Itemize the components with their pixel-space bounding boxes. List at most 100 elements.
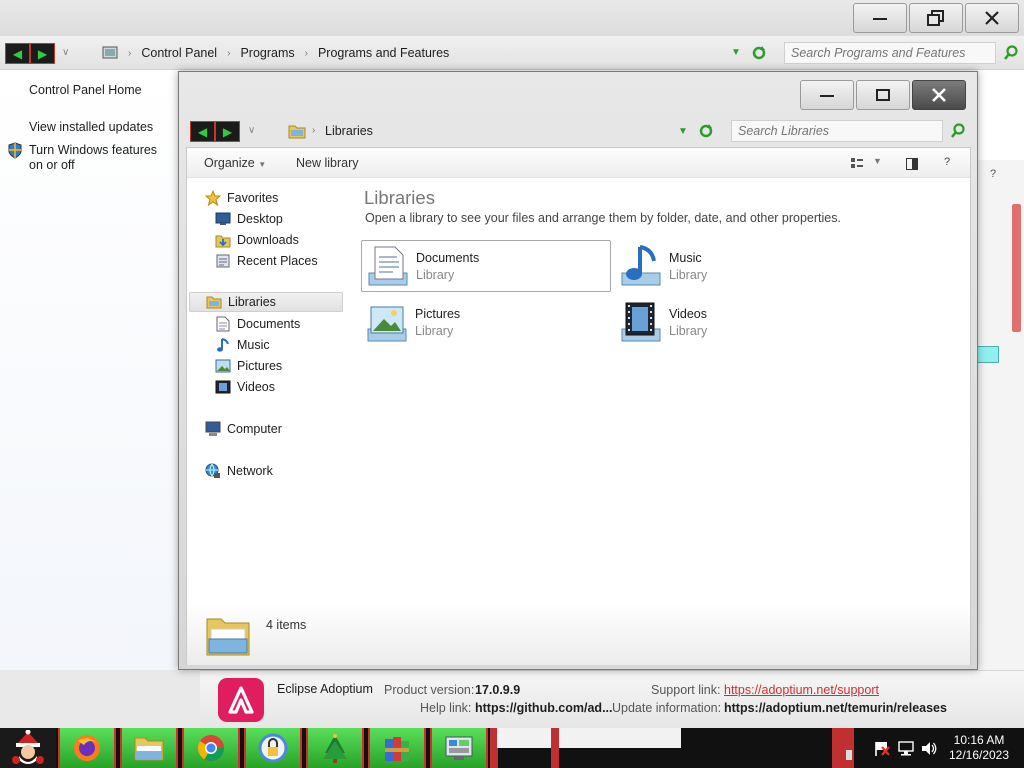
libraries-minimize-button[interactable] — [800, 80, 854, 110]
clock-time: 10:16 AM — [953, 733, 1005, 747]
usb-icon[interactable] — [846, 750, 852, 764]
address-chevron-icon[interactable]: › — [360, 125, 363, 136]
nav-computer[interactable]: Computer — [205, 419, 282, 439]
help-button[interactable]: ? — [990, 168, 996, 180]
minimize-button[interactable] — [853, 3, 907, 33]
library-tile-videos[interactable]: Videos Library — [615, 296, 865, 348]
nav-music[interactable]: Music — [215, 335, 270, 355]
close-icon — [932, 88, 946, 102]
dropdown-arrow-icon[interactable]: ▼ — [731, 47, 741, 58]
nav-pictures-label: Pictures — [237, 359, 283, 373]
breadcrumb-programs[interactable]: Programs — [240, 46, 294, 60]
start-button[interactable] — [0, 728, 56, 768]
control-panel-icon — [445, 736, 473, 760]
taskbar-tree-app[interactable] — [306, 728, 364, 768]
help-link[interactable]: https://github.com/ad... — [475, 701, 613, 715]
recent-pages-chevron-icon[interactable]: ∨ — [248, 125, 255, 136]
search-libraries-box[interactable] — [731, 120, 943, 142]
search-programs-input[interactable] — [791, 46, 995, 60]
libraries-forward-button[interactable]: ▶ — [215, 121, 240, 142]
breadcrumb-programs-and-features[interactable]: Programs and Features — [318, 46, 449, 60]
support-link[interactable]: https://adoptium.net/support — [724, 683, 879, 697]
new-library-button[interactable]: New library — [296, 156, 359, 170]
help-button[interactable]: ? — [944, 156, 950, 168]
pictures-library-icon — [361, 297, 413, 347]
item-count: 4 items — [266, 618, 307, 632]
preview-pane-icon[interactable] — [906, 158, 918, 170]
arrow-left-icon: ◀ — [12, 46, 23, 61]
change-view-icon[interactable] — [851, 158, 863, 170]
christmas-tree-icon — [323, 734, 347, 763]
lock-icon — [258, 733, 288, 763]
libraries-close-button[interactable] — [912, 80, 966, 110]
recent-pages-chevron-icon[interactable]: ∨ — [62, 47, 69, 58]
search-libraries-input[interactable] — [738, 124, 942, 138]
breadcrumb-control-panel[interactable]: Control Panel — [141, 46, 217, 60]
dropdown-arrow-icon[interactable]: ▼ — [678, 126, 688, 137]
taskbar-firefox[interactable] — [58, 728, 116, 768]
refresh-icon[interactable] — [698, 123, 714, 139]
close-icon — [985, 11, 999, 25]
library-tile-documents[interactable]: Documents Library — [361, 240, 611, 292]
address-libraries[interactable]: Libraries — [325, 124, 373, 138]
taskbar-file-explorer[interactable] — [120, 728, 178, 768]
flag-action-center-icon[interactable] — [874, 741, 890, 756]
system-clock[interactable]: 10:16 AM 12/16/2023 — [944, 733, 1014, 763]
nav-videos[interactable]: Videos — [215, 377, 275, 397]
volume-icon[interactable] — [921, 741, 937, 756]
nav-libraries[interactable]: Libraries — [189, 292, 343, 312]
scrollbar-thumb[interactable] — [1012, 204, 1021, 332]
details-pane: Eclipse Adoptium Product version: 17.0.9… — [200, 670, 1024, 728]
network-status-icon[interactable] — [898, 741, 914, 756]
restore-icon — [927, 10, 944, 26]
library-tile-pictures[interactable]: Pictures Library — [361, 296, 611, 348]
view-installed-updates-link[interactable]: View installed updates — [29, 120, 153, 134]
nav-libraries-label: Libraries — [228, 295, 276, 309]
taskbar-security-app[interactable] — [244, 728, 302, 768]
organize-button[interactable]: Organize ▼ — [204, 156, 266, 170]
library-tile-music[interactable]: Music Library — [615, 240, 865, 292]
maximize-icon — [876, 89, 890, 101]
recent-places-icon — [215, 253, 231, 269]
nav-downloads[interactable]: Downloads — [215, 230, 299, 250]
taskbar-chrome[interactable] — [182, 728, 240, 768]
libraries-maximize-button[interactable] — [856, 80, 910, 110]
nav-pictures[interactable]: Pictures — [215, 356, 282, 376]
clock-date: 12/16/2023 — [948, 748, 1010, 762]
back-button[interactable]: ◀ — [5, 43, 30, 64]
videos-library-icon — [615, 297, 667, 347]
nav-computer-label: Computer — [227, 422, 282, 436]
arrow-right-icon: ▶ — [222, 124, 233, 139]
taskbar-control-panel[interactable] — [430, 728, 488, 768]
control-panel-home-link[interactable]: Control Panel Home — [29, 83, 142, 97]
turn-windows-features-link[interactable]: Turn Windows features on or off — [29, 143, 171, 173]
libraries-nav-buttons: ◀ ▶ — [190, 121, 240, 142]
support-link-label: Support link: — [651, 683, 721, 697]
nav-documents[interactable]: Documents — [215, 314, 300, 334]
nav-recent-places[interactable]: Recent Places — [215, 251, 318, 271]
libraries-window: ◀ ▶ ∨ › Libraries › ▼ Organize ▼ New lib… — [178, 71, 978, 670]
nav-desktop[interactable]: Desktop — [215, 209, 283, 229]
address-bar: ◀ ▶ ∨ › Control Panel › Programs › Progr… — [0, 36, 1024, 70]
search-icon[interactable] — [950, 123, 966, 139]
update-information-link[interactable]: https://adoptium.net/temurin/releases — [724, 701, 947, 715]
search-programs-box[interactable] — [784, 42, 996, 64]
libraries-back-button[interactable]: ◀ — [190, 121, 215, 142]
nav-favorites[interactable]: Favorites — [205, 188, 278, 208]
nav-documents-label: Documents — [237, 317, 301, 331]
nav-videos-label: Videos — [237, 380, 275, 394]
selected-row-edge[interactable] — [977, 346, 999, 363]
minimize-icon — [873, 18, 887, 20]
taskbar-winrar[interactable] — [368, 728, 426, 768]
view-options-chevron-icon[interactable]: ▼ — [873, 156, 882, 166]
restore-button[interactable] — [909, 3, 963, 33]
refresh-icon[interactable] — [751, 45, 767, 61]
tile-type: Library — [669, 267, 708, 282]
nav-network[interactable]: Network — [205, 461, 273, 481]
close-button[interactable] — [965, 3, 1019, 33]
shield-icon — [8, 142, 22, 159]
taskbar: 10:16 AM 12/16/2023 — [0, 728, 1024, 768]
search-icon[interactable] — [1003, 45, 1019, 61]
libraries-content: Organize ▼ New library ▼ ? Favorites Des… — [186, 147, 971, 665]
forward-button[interactable]: ▶ — [30, 43, 55, 64]
